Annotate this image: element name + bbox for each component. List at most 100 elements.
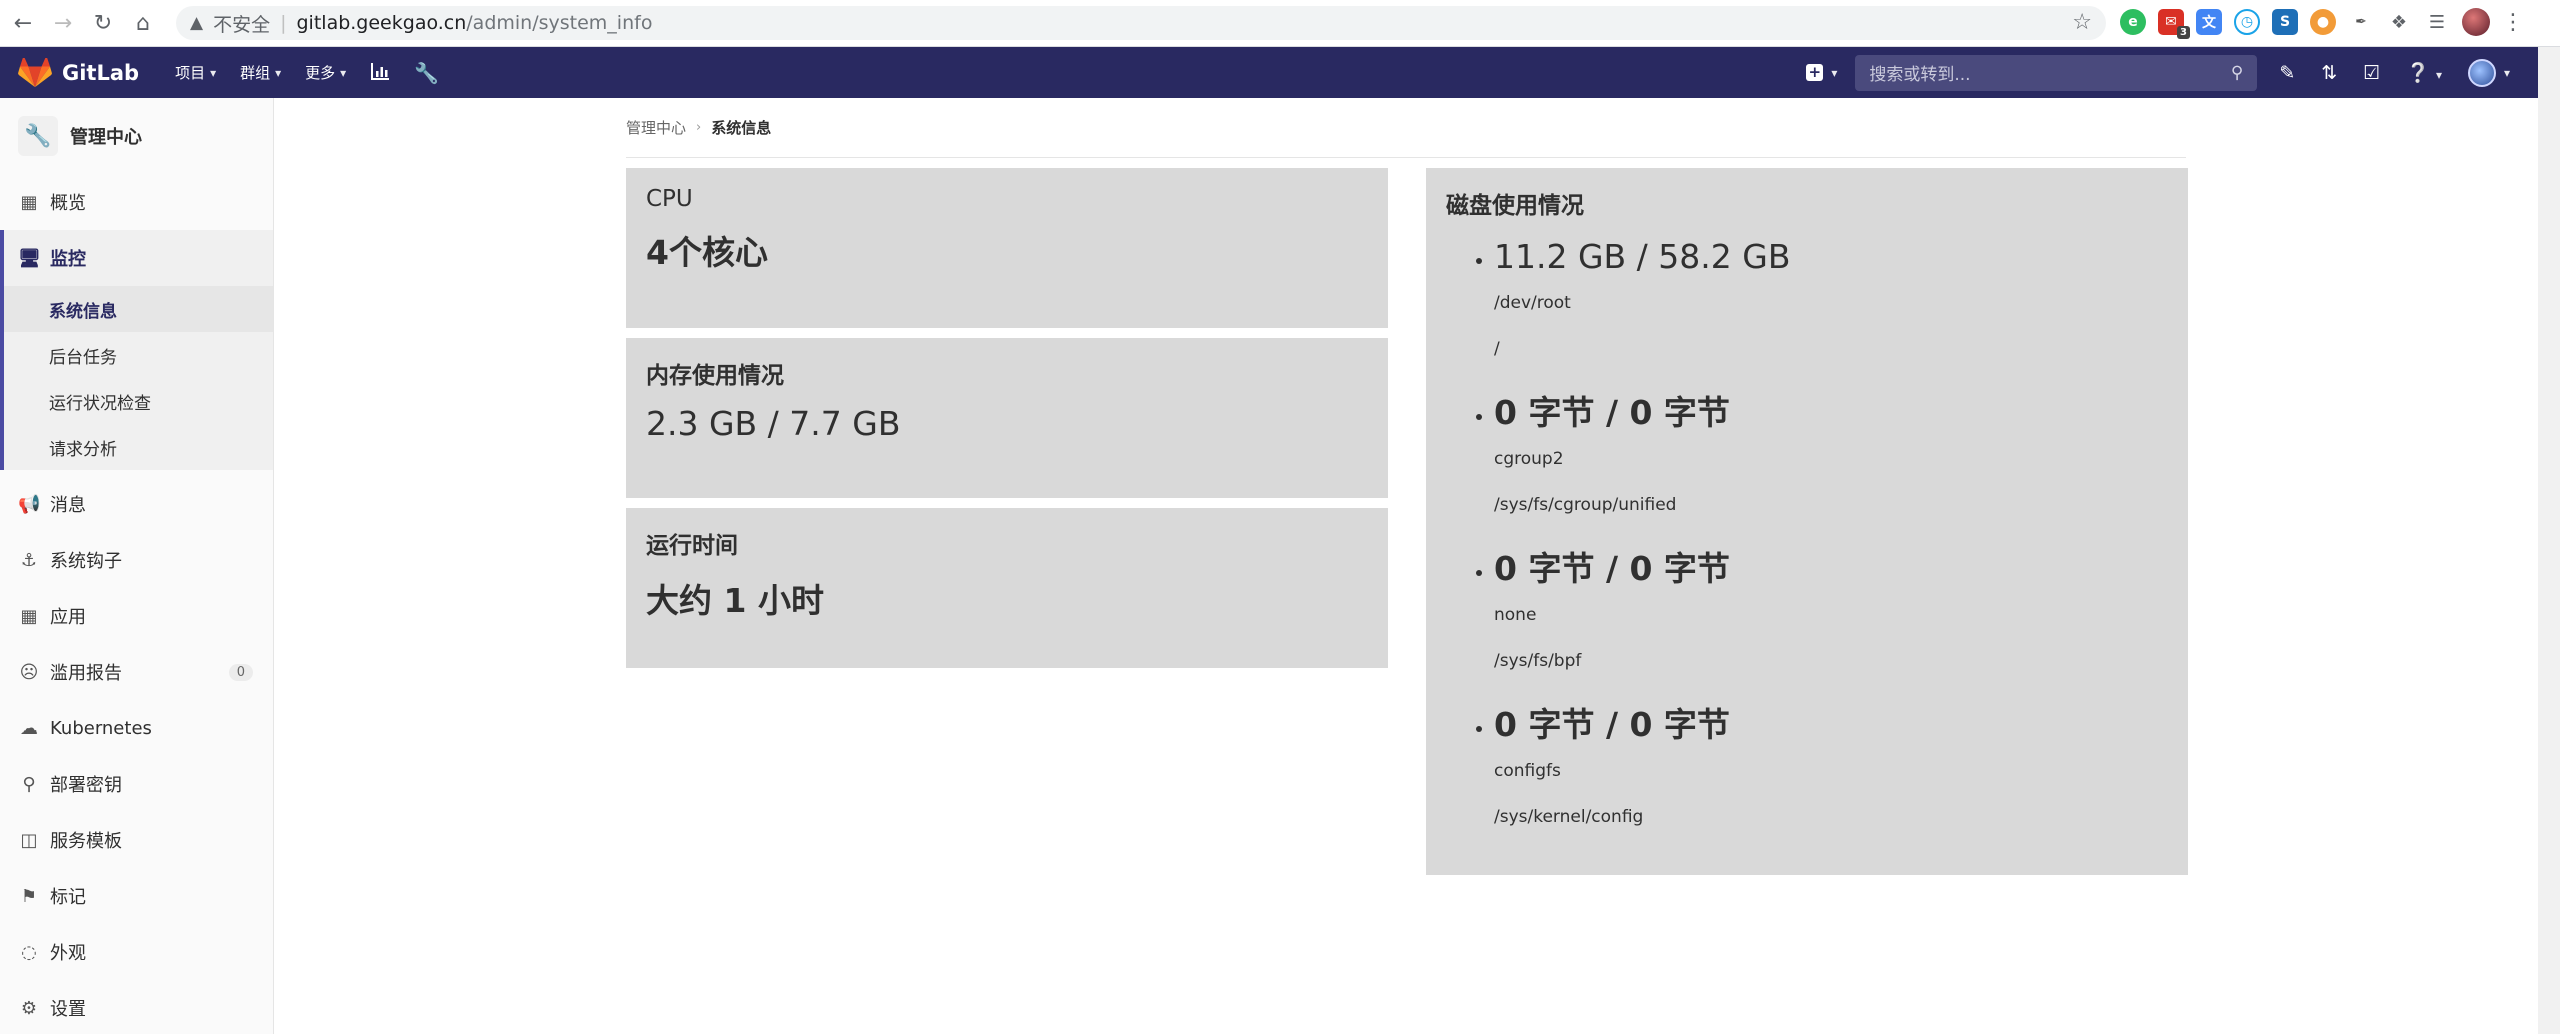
puzzle-extensions-icon[interactable]: ❖ [2386,9,2412,35]
uptime-value: 大约 1 小时 [646,581,824,620]
sidebar-item-label: 部署密钥 [50,775,122,796]
back-arrow-icon[interactable]: ← [6,6,40,40]
translate-extension-icon[interactable]: 文 [2196,9,2222,35]
disk-device: none [1494,605,1537,625]
sidebar-subitem-request-profiles[interactable]: 请求分析 [4,424,273,470]
memory-card: 内存使用情况 2.3 GB / 7.7 GB [626,338,1388,498]
profile-avatar[interactable] [2462,8,2490,36]
disk-device: /dev/root [1494,293,1571,313]
url-host: gitlab.geekgao.cn [296,12,467,34]
disk-entry: 11.2 GB / 58.2 GB /dev/root / [1446,234,2168,372]
sidebar-item-settings[interactable]: ⚙ 设置 [0,980,273,1036]
clock-extension-icon[interactable]: ◷ [2234,9,2260,35]
todo-icon[interactable]: ☑ [2363,62,2380,84]
issues-icon[interactable]: ✎ [2279,62,2295,84]
address-bar[interactable]: ▲ 不安全 | gitlab.geekgao.cn /admin/system_… [176,6,2106,40]
admin-sidebar: 🔧 管理中心 ▦ 概览 🖥 监控 系统信息 后台任务 运行状况检查 请求分析 📢… [0,98,274,1034]
sidebar-item-appearance[interactable]: ◌ 外观 [0,924,273,980]
nav-shortcuts: ✎ ⇅ ☑ ❔ ▾ ▾ [2279,58,2510,87]
menu-more[interactable]: 更多 ▾ [305,62,346,83]
merge-request-icon[interactable]: ⇅ [2321,62,2337,84]
abuse-icon: ☹ [19,661,39,683]
chevron-down-icon: ▾ [340,65,347,80]
chevron-down-icon: ▾ [1831,65,1838,80]
sidebar-item-label: 概览 [50,193,86,214]
screenshot-extension-icon[interactable]: S [2272,9,2298,35]
menu-groups-label: 群组 [240,64,271,82]
evernote-extension-icon[interactable]: e [2120,9,2146,35]
eyedropper-extension-icon[interactable]: ✒ [2348,9,2374,35]
top-nav-right: + ▾ 搜索或转到... ⚲ ✎ ⇅ ☑ ❔ ▾ ▾ [1806,47,2538,98]
sidebar-subitem-label: 系统信息 [49,301,117,322]
overview-icon: ▦ [20,191,38,213]
insecure-label: 不安全 [213,13,271,36]
sidebar-item-abuse-reports[interactable]: ☹ 滥用报告 0 [0,644,273,700]
settings-icon: ⚙ [20,997,38,1019]
menu-groups[interactable]: 群组 ▾ [240,62,281,83]
megaphone-icon: 📢 [18,493,41,515]
disk-entry: 0 字节 / 0 字节 none /sys/fs/bpf [1446,546,2168,684]
disk-entry: 0 字节 / 0 字节 configfs /sys/kernel/config [1446,702,2168,840]
forward-arrow-icon[interactable]: → [46,6,80,40]
cpu-value: 4个核心 [646,233,768,272]
hook-icon: ⚓ [20,549,38,571]
search-input[interactable]: 搜索或转到... ⚲ [1855,54,2258,91]
activity-chart-icon[interactable] [370,61,390,85]
sidebar-item-monitoring[interactable]: 🖥 监控 [4,230,273,286]
sidebar-item-label: 标记 [50,887,86,908]
sidebar-header[interactable]: 🔧 管理中心 [0,98,273,174]
sidebar-subitem-background-jobs[interactable]: 后台任务 [4,332,273,378]
uptime-title: 运行时间 [646,533,738,559]
system-info-right-column: 磁盘使用情况 11.2 GB / 58.2 GB /dev/root / 0 字… [1426,168,2188,885]
reading-list-icon[interactable]: ☰ [2424,9,2450,35]
admin-wrench-icon[interactable]: 🔧 [414,61,439,85]
sidebar-subitem-system-info[interactable]: 系统信息 [4,286,273,332]
chevron-down-icon: ▾ [2435,68,2442,82]
sidebar-item-service-templates[interactable]: ◫ 服务模板 [0,812,273,868]
cloud-icon: ☁ [20,717,38,739]
reload-icon[interactable]: ↻ [86,6,120,40]
sidebar-item-messages[interactable]: 📢 消息 [0,476,273,532]
sidebar-item-system-hooks[interactable]: ⚓ 系统钩子 [0,532,273,588]
sidebar-item-deploy-keys[interactable]: ⚲ 部署密钥 [0,756,273,812]
chevron-right-icon: › [696,120,702,135]
home-icon[interactable]: ⌂ [126,6,160,40]
address-separator: | [280,12,287,34]
disk-title: 磁盘使用情况 [1446,193,1584,219]
sidebar-item-label: 系统钩子 [50,551,122,572]
sidebar-item-label: 应用 [50,607,86,628]
gitlab-logo[interactable]: GitLab [18,57,140,88]
bookmark-star-icon[interactable]: ☆ [2072,10,2092,35]
help-icon[interactable]: ❔ ▾ [2406,61,2442,84]
user-menu[interactable]: ▾ [2467,58,2510,87]
sidebar-item-applications[interactable]: ▦ 应用 [0,588,273,644]
breadcrumb-admin-link[interactable]: 管理中心 [626,117,686,138]
browser-menu-icon[interactable]: ⋮ [2502,10,2524,35]
mail-extension-icon[interactable]: ✉ 3 [2158,9,2190,39]
new-item-dropdown[interactable]: + ▾ [1806,64,1837,81]
sidebar-title: 管理中心 [70,127,142,148]
monitor-icon: 🖥 [18,247,41,269]
disk-usage: 0 字节 / 0 字节 [1494,393,1730,432]
disk-list: 11.2 GB / 58.2 GB /dev/root / 0 字节 / 0 字… [1446,234,2168,840]
chevron-down-icon: ▾ [275,65,282,80]
fox-extension-icon[interactable]: ● [2310,9,2336,35]
page-scrollbar[interactable] [2538,47,2560,1034]
sidebar-item-label: Kubernetes [50,717,152,739]
disk-device: cgroup2 [1494,449,1564,469]
system-info-left-column: CPU 4个核心 内存使用情况 2.3 GB / 7.7 GB 运行时间 大约 … [626,168,1388,678]
extensions-bar: e ✉ 3 文 ◷ S ● ✒ ❖ ☰ ⋮ [2120,8,2524,39]
chevron-down-icon: ▾ [2503,65,2510,80]
abuse-count-badge: 0 [228,663,253,681]
disk-mount: /sys/kernel/config [1494,807,1644,827]
sidebar-item-overview[interactable]: ▦ 概览 [0,174,273,230]
url-path: /admin/system_info [466,12,653,34]
menu-projects[interactable]: 项目 ▾ [175,62,216,83]
brand-name: GitLab [62,60,140,85]
search-placeholder: 搜索或转到... [1869,65,1971,85]
sidebar-item-labels[interactable]: ⚑ 标记 [0,868,273,924]
sidebar-item-label: 监控 [50,249,86,270]
sidebar-subitem-health-check[interactable]: 运行状况检查 [4,378,273,424]
memory-title: 内存使用情况 [646,363,784,389]
sidebar-item-kubernetes[interactable]: ☁ Kubernetes [0,700,273,756]
